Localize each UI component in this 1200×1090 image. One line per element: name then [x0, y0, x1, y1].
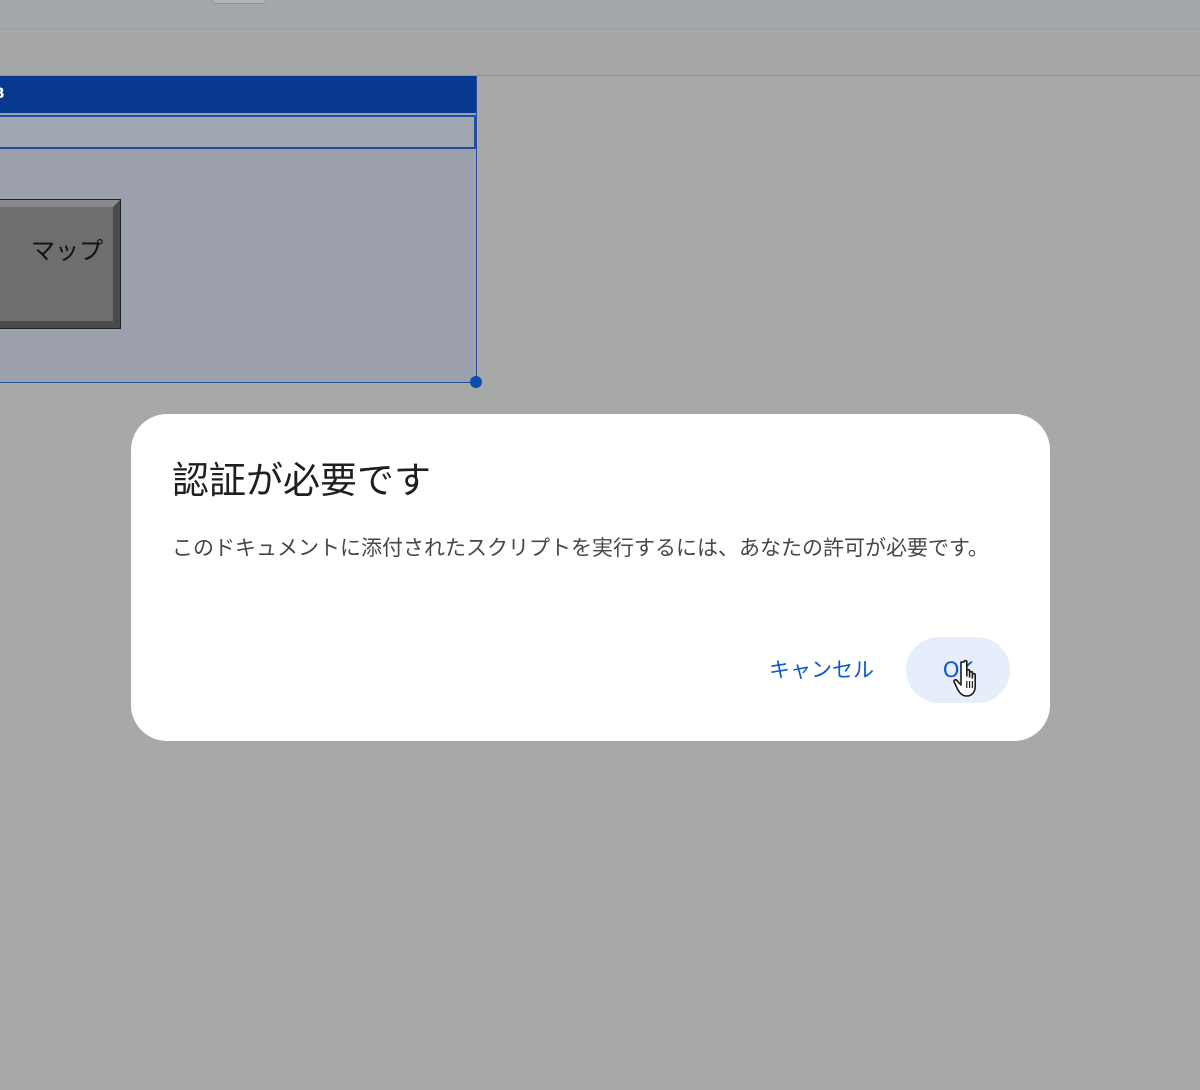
map-button[interactable]: マップ: [0, 200, 120, 328]
dialog-title: 認証が必要です: [172, 459, 431, 502]
frame-title-bar: B: [0, 76, 476, 113]
dialog-message: このドキュメントに添付されたスクリプトを実行するには、あなたの許可が必要です。: [172, 536, 989, 560]
dialog-actions: キャンセル OK: [769, 637, 1010, 703]
page: B マップ 認証が必要です このドキュメントに添付されたスクリプトを実行するには…: [0, 0, 1200, 1090]
resize-handle[interactable]: [470, 376, 482, 388]
cancel-button[interactable]: キャンセル: [769, 637, 874, 703]
app-toolbar-secondary: [0, 29, 1200, 76]
frame-input-field[interactable]: [0, 115, 476, 149]
toolbar-tab[interactable]: [212, 0, 266, 4]
selected-sheet-frame[interactable]: B マップ: [0, 76, 477, 383]
authorization-dialog: 認証が必要です このドキュメントに添付されたスクリプトを実行するには、あなたの許…: [131, 414, 1050, 741]
ok-button[interactable]: OK: [906, 637, 1010, 703]
ok-button-label: OK: [942, 658, 974, 682]
app-toolbar: [0, 0, 1200, 29]
map-button-label: マップ: [31, 237, 103, 265]
